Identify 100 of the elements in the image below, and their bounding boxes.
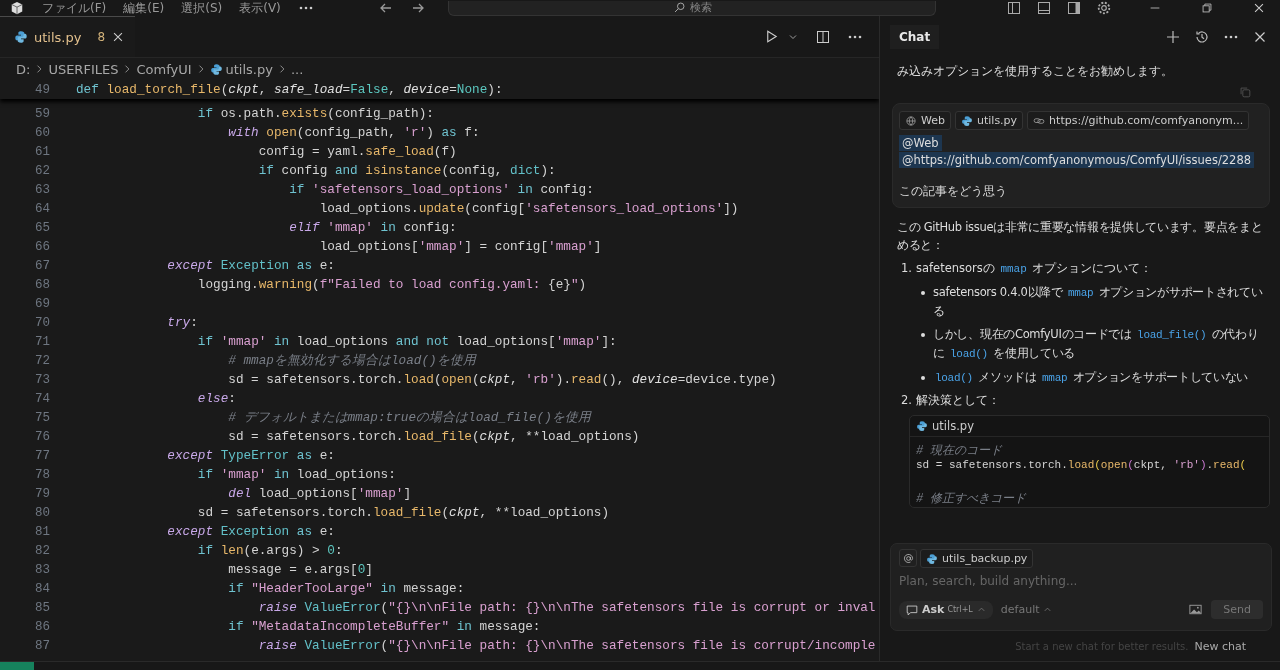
- python-file-icon: [916, 420, 928, 432]
- breadcrumb-item[interactable]: D:: [16, 61, 31, 77]
- context-chip[interactable]: utils_backup.py: [920, 549, 1034, 568]
- file-name: utils.py: [932, 419, 974, 433]
- code-line: except Exception as e:: [166, 258, 335, 273]
- code-line: with open(config_path, 'r') as f:: [227, 125, 480, 140]
- list-item-text: load() メソッドは mmap オプションをサポートしていない: [934, 369, 1249, 386]
- search-placeholder: 検索: [689, 0, 712, 15]
- python-file-icon: [14, 30, 28, 44]
- line-number: 81: [34, 524, 51, 539]
- python-file-icon: [926, 552, 938, 565]
- code-line: if 'mmap' in load_options and not load_options['mmap']:: [196, 334, 617, 349]
- code-line: else:: [196, 391, 236, 406]
- menu-item[interactable]: 選択(S): [181, 1, 223, 15]
- breadcrumb-item[interactable]: utils.py: [225, 61, 273, 77]
- python-file-icon: [209, 62, 223, 76]
- code-line: def load_torch_file(ckpt, safe_load=False, device=None):: [76, 82, 503, 97]
- settings-icon[interactable]: [1096, 0, 1112, 16]
- run-icon[interactable]: [764, 29, 779, 44]
- code-line: raise ValueError("{}\n\nFile path: {}\n\nThe safetensors file is corrupt/incomple: [257, 638, 876, 653]
- list-number: 2.: [901, 392, 912, 409]
- line-number: 79: [34, 486, 51, 501]
- line-number: 61: [34, 144, 51, 159]
- mention-tag: @https://github.com/comfyanonymous/ComfyUI/issues/2288: [899, 152, 1255, 168]
- line-number: 63: [34, 182, 51, 197]
- list-item-text: しかし、現在のComfyUIのコードでは load_file() の代わりに load() を使用している: [933, 326, 1260, 362]
- image-attach-icon[interactable]: [1188, 602, 1204, 617]
- code-line: if len(e.args) > 0:: [196, 543, 343, 558]
- line-number: 86: [34, 619, 51, 634]
- code-line: except Exception as e:: [166, 524, 335, 539]
- line-number: 87: [34, 638, 51, 653]
- line-number: 69: [34, 296, 51, 311]
- code-line: message = e.args[0]: [227, 562, 373, 577]
- code-line: load_options.update(config['safetensors_load_options']): [318, 201, 739, 216]
- sidebar-toggle-icon[interactable]: [1006, 0, 1022, 16]
- line-number: 85: [34, 600, 51, 615]
- close-icon[interactable]: [1252, 1, 1266, 15]
- line-number: 66: [34, 239, 51, 254]
- mode-dropdown[interactable]: Ask Ctrl+L: [899, 600, 993, 619]
- breadcrumb-item[interactable]: ...: [290, 61, 304, 77]
- split-editor-icon[interactable]: [815, 28, 831, 45]
- line-number: 68: [34, 277, 51, 292]
- line-number: 77: [34, 448, 51, 463]
- line-number: 67: [34, 258, 51, 273]
- app-logo-icon: [10, 1, 24, 15]
- bullet-dot: [921, 333, 925, 337]
- breadcrumb-item[interactable]: USERFILES: [48, 61, 119, 77]
- bullet-dot: [921, 291, 925, 295]
- restore-icon[interactable]: [1200, 1, 1214, 15]
- chat-tab[interactable]: Chat: [890, 25, 940, 49]
- message-text: み込みオプションを使用することをお勧めします。: [897, 64, 1174, 79]
- line-number: 49: [34, 82, 51, 97]
- secondary-sidebar-toggle-icon[interactable]: [1066, 0, 1082, 16]
- model-dropdown[interactable]: default: [1000, 603, 1053, 616]
- code-line: del load_options['mmap']: [227, 486, 412, 501]
- line-number: 76: [34, 429, 51, 444]
- context-chip[interactable]: Web: [899, 111, 951, 130]
- line-number: 82: [34, 543, 51, 558]
- list-item-text: 解決策として：: [916, 392, 1000, 409]
- code-line: # デフォルトまたはmmap:trueの場合はload_file()を使用: [227, 409, 591, 426]
- mention-tag: @Web: [899, 135, 942, 151]
- code-line: except TypeError as e:: [166, 448, 335, 463]
- search-icon: [672, 1, 686, 14]
- line-number: 78: [34, 467, 51, 482]
- chat-bubble-icon: [905, 602, 919, 617]
- context-chip[interactable]: https://github.com/comfyanonym...: [1027, 111, 1250, 130]
- history-icon[interactable]: [1194, 29, 1210, 45]
- search-field[interactable]: 検索: [448, 0, 936, 16]
- code-line: logging.warning(f"Failed to load config.yaml: {e}"): [196, 277, 587, 292]
- code-line: # 修正すべきコード: [916, 493, 1027, 505]
- line-number: 59: [34, 106, 51, 121]
- line-number: 65: [34, 220, 51, 235]
- at-icon: [901, 551, 915, 565]
- menu-item[interactable]: 編集(E): [123, 1, 165, 15]
- line-number: 62: [34, 163, 51, 178]
- breadcrumb-item[interactable]: ComfyUI: [136, 61, 192, 77]
- line-number: 60: [34, 125, 51, 140]
- code-line: if 'mmap' in load_options:: [196, 467, 396, 482]
- line-number: 64: [34, 201, 51, 216]
- code-line: sd = safetensors.torch.load_file(ckpt, **load_options): [196, 505, 609, 520]
- code-line: if 'safetensors_load_options' in config:: [288, 182, 594, 197]
- line-number: 72: [34, 353, 51, 368]
- mention-button[interactable]: [899, 549, 917, 567]
- menu-item[interactable]: 表示(V): [239, 1, 281, 15]
- code-line: try:: [166, 315, 198, 330]
- code-line: sd = safetensors.torch.load(open(ckpt, 'rb').read(: [916, 459, 1247, 471]
- list-item-text: safetensorsの mmap オプションについて：: [916, 260, 1153, 277]
- new-chat-icon[interactable]: [1165, 29, 1181, 45]
- menu-item[interactable]: ファイル(F): [42, 1, 107, 15]
- code-line: if "HeaderTooLarge" in message:: [227, 581, 465, 596]
- line-number: 83: [34, 562, 51, 577]
- code-line: if "MetadataIncompleteBuffer" in message:: [227, 619, 541, 634]
- panel-toggle-icon[interactable]: [1036, 0, 1052, 16]
- context-chip[interactable]: utils.py: [955, 111, 1024, 130]
- globe-icon: [905, 114, 917, 127]
- code-line: # 現在のコード: [916, 445, 1003, 457]
- new-chat-link[interactable]: New chat: [1194, 639, 1246, 653]
- problem-count: 8: [97, 30, 106, 44]
- bullet-dot: [921, 376, 925, 380]
- line-number: 73: [34, 372, 51, 387]
